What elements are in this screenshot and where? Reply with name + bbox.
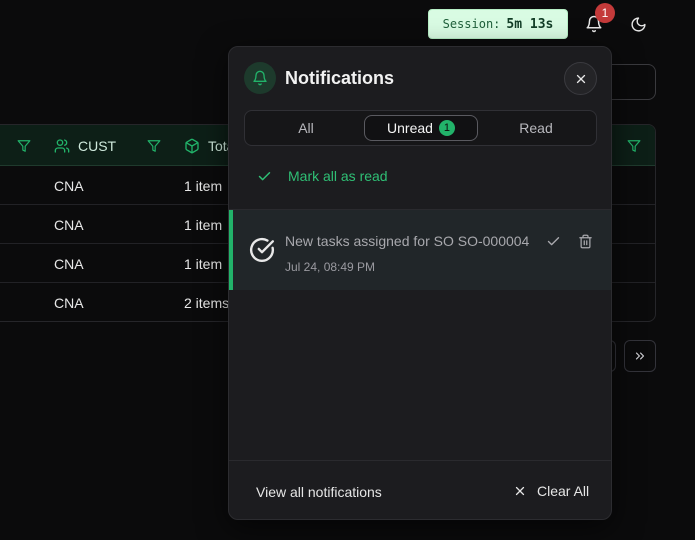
panel-title: Notifications bbox=[285, 67, 395, 88]
chevrons-right-icon bbox=[635, 352, 645, 360]
cell-cust: CNA bbox=[54, 295, 84, 311]
session-value: 5m 13s bbox=[506, 16, 554, 32]
cell-cust: CNA bbox=[54, 178, 84, 194]
mark-all-read-button[interactable]: Mark all as read bbox=[257, 168, 388, 184]
mark-all-read-label: Mark all as read bbox=[288, 168, 388, 184]
notification-time: Jul 24, 08:49 PM bbox=[285, 260, 376, 274]
cell-total: 1 item bbox=[184, 217, 223, 233]
column-header-cust[interactable]: CUST bbox=[54, 125, 116, 166]
cell-cust: CNA bbox=[54, 217, 84, 233]
column-label-cust: CUST bbox=[78, 137, 117, 154]
trash-icon bbox=[578, 234, 592, 248]
tab-unread-label: Unread bbox=[387, 120, 433, 136]
notification-tabs: All Unread 1 Read bbox=[244, 110, 597, 146]
close-panel-button[interactable] bbox=[564, 62, 597, 95]
notification-text: New tasks assigned for SO SO-000004 bbox=[285, 233, 530, 249]
session-timer: Session: 5m 13s bbox=[428, 9, 568, 39]
unread-count-badge: 1 bbox=[438, 120, 455, 136]
column-header-total[interactable]: Tota bbox=[184, 125, 234, 166]
close-icon bbox=[576, 74, 585, 83]
moon-icon bbox=[630, 16, 646, 32]
tab-unread[interactable]: Unread 1 bbox=[364, 115, 478, 141]
filter-icon[interactable] bbox=[147, 125, 161, 166]
session-label: Session: bbox=[442, 17, 501, 31]
view-all-notifications-link[interactable]: View all notifications bbox=[256, 484, 382, 500]
package-icon bbox=[185, 138, 199, 153]
clear-all-button[interactable]: Clear All bbox=[513, 483, 589, 499]
divider bbox=[229, 460, 611, 461]
clear-all-label: Clear All bbox=[537, 483, 590, 499]
notifications-panel: Notifications All Unread 1 Read Mark all… bbox=[228, 46, 612, 520]
bell-icon bbox=[244, 62, 276, 94]
check-icon bbox=[547, 236, 559, 245]
users-icon bbox=[54, 138, 70, 153]
cell-total: 1 item bbox=[184, 256, 223, 272]
check-circle-icon bbox=[250, 237, 275, 262]
panel-header: Notifications bbox=[244, 62, 394, 94]
delete-notification-button[interactable] bbox=[575, 231, 595, 251]
filter-icon[interactable] bbox=[17, 125, 31, 166]
cell-total: 2 items bbox=[184, 295, 230, 311]
cell-total: 1 item bbox=[184, 178, 223, 194]
tab-read[interactable]: Read bbox=[479, 115, 593, 141]
cell-cust: CNA bbox=[54, 256, 84, 272]
mark-read-button[interactable] bbox=[543, 231, 563, 251]
theme-toggle-button[interactable] bbox=[626, 12, 650, 36]
filter-icon[interactable] bbox=[627, 125, 641, 166]
check-icon bbox=[258, 171, 271, 180]
notification-item[interactable]: New tasks assigned for SO SO-000004 Jul … bbox=[229, 210, 611, 290]
close-icon bbox=[515, 486, 525, 496]
tab-all[interactable]: All bbox=[249, 115, 363, 141]
pager-last-button[interactable] bbox=[624, 340, 656, 372]
notification-count-badge: 1 bbox=[595, 3, 615, 23]
